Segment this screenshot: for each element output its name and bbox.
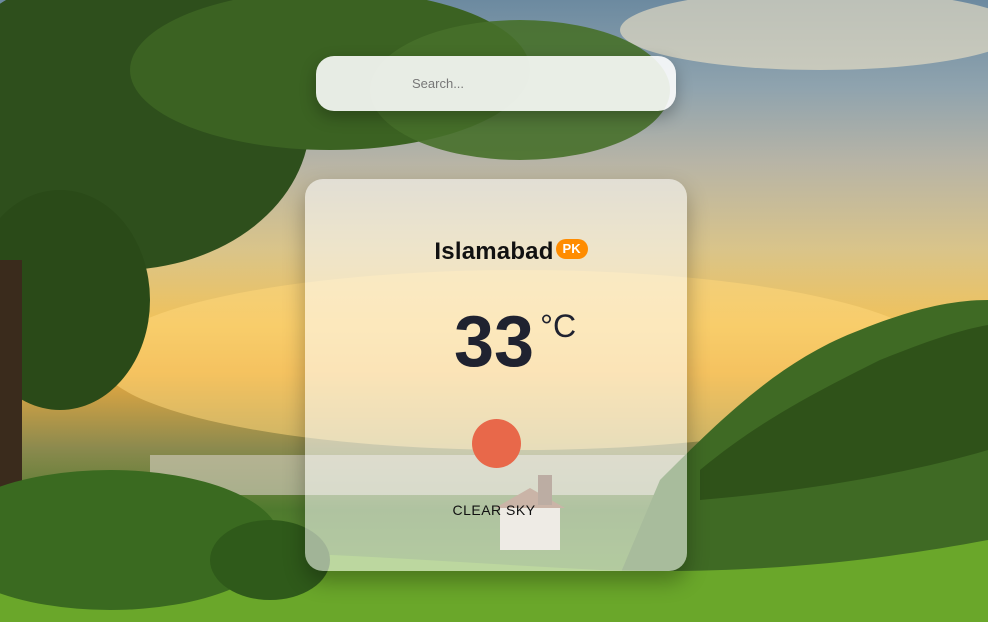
search-input[interactable] xyxy=(316,56,676,111)
temperature-value: 33 xyxy=(453,302,535,382)
city-name: Islamabad xyxy=(434,238,554,265)
city-heading: Islamabad PK xyxy=(434,238,588,266)
sun-icon xyxy=(472,419,521,468)
temperature-row: 33 °C xyxy=(0,302,988,382)
city-row: Islamabad PK xyxy=(0,238,988,266)
country-badge: PK xyxy=(555,239,588,259)
temperature-unit: °C xyxy=(540,308,577,344)
weather-description: CLEAR SKY xyxy=(452,502,536,518)
temperature-display: 33 °C xyxy=(454,302,576,382)
